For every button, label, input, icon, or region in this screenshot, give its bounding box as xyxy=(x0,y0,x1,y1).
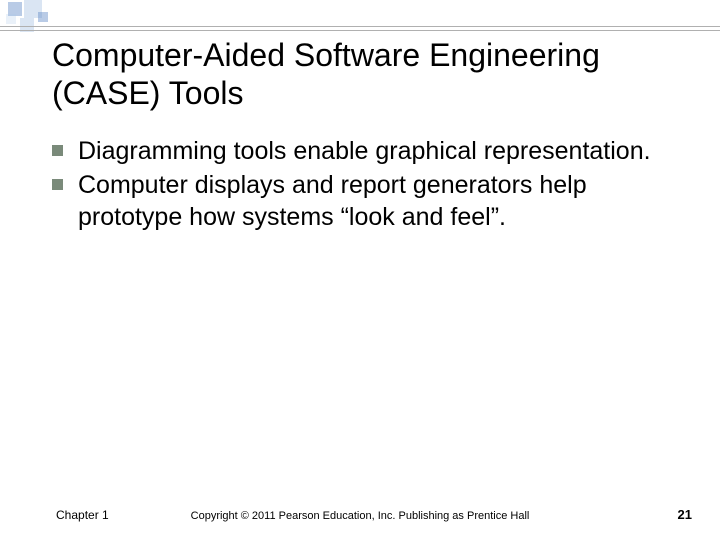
page-number: 21 xyxy=(678,507,692,522)
slide-title: Computer-Aided Software Engineering (CAS… xyxy=(52,36,692,113)
copyright-text: Copyright © 2011 Pearson Education, Inc.… xyxy=(0,510,720,522)
square-bullet-icon xyxy=(52,179,63,190)
slide-content: Computer-Aided Software Engineering (CAS… xyxy=(52,36,692,235)
bullet-text: Computer displays and report generators … xyxy=(78,171,587,231)
bullet-text: Diagramming tools enable graphical repre… xyxy=(78,137,651,165)
list-item: Computer displays and report generators … xyxy=(52,169,692,233)
square-bullet-icon xyxy=(52,145,63,156)
corner-decoration xyxy=(0,0,720,40)
bullet-list: Diagramming tools enable graphical repre… xyxy=(52,135,692,233)
list-item: Diagramming tools enable graphical repre… xyxy=(52,135,692,167)
